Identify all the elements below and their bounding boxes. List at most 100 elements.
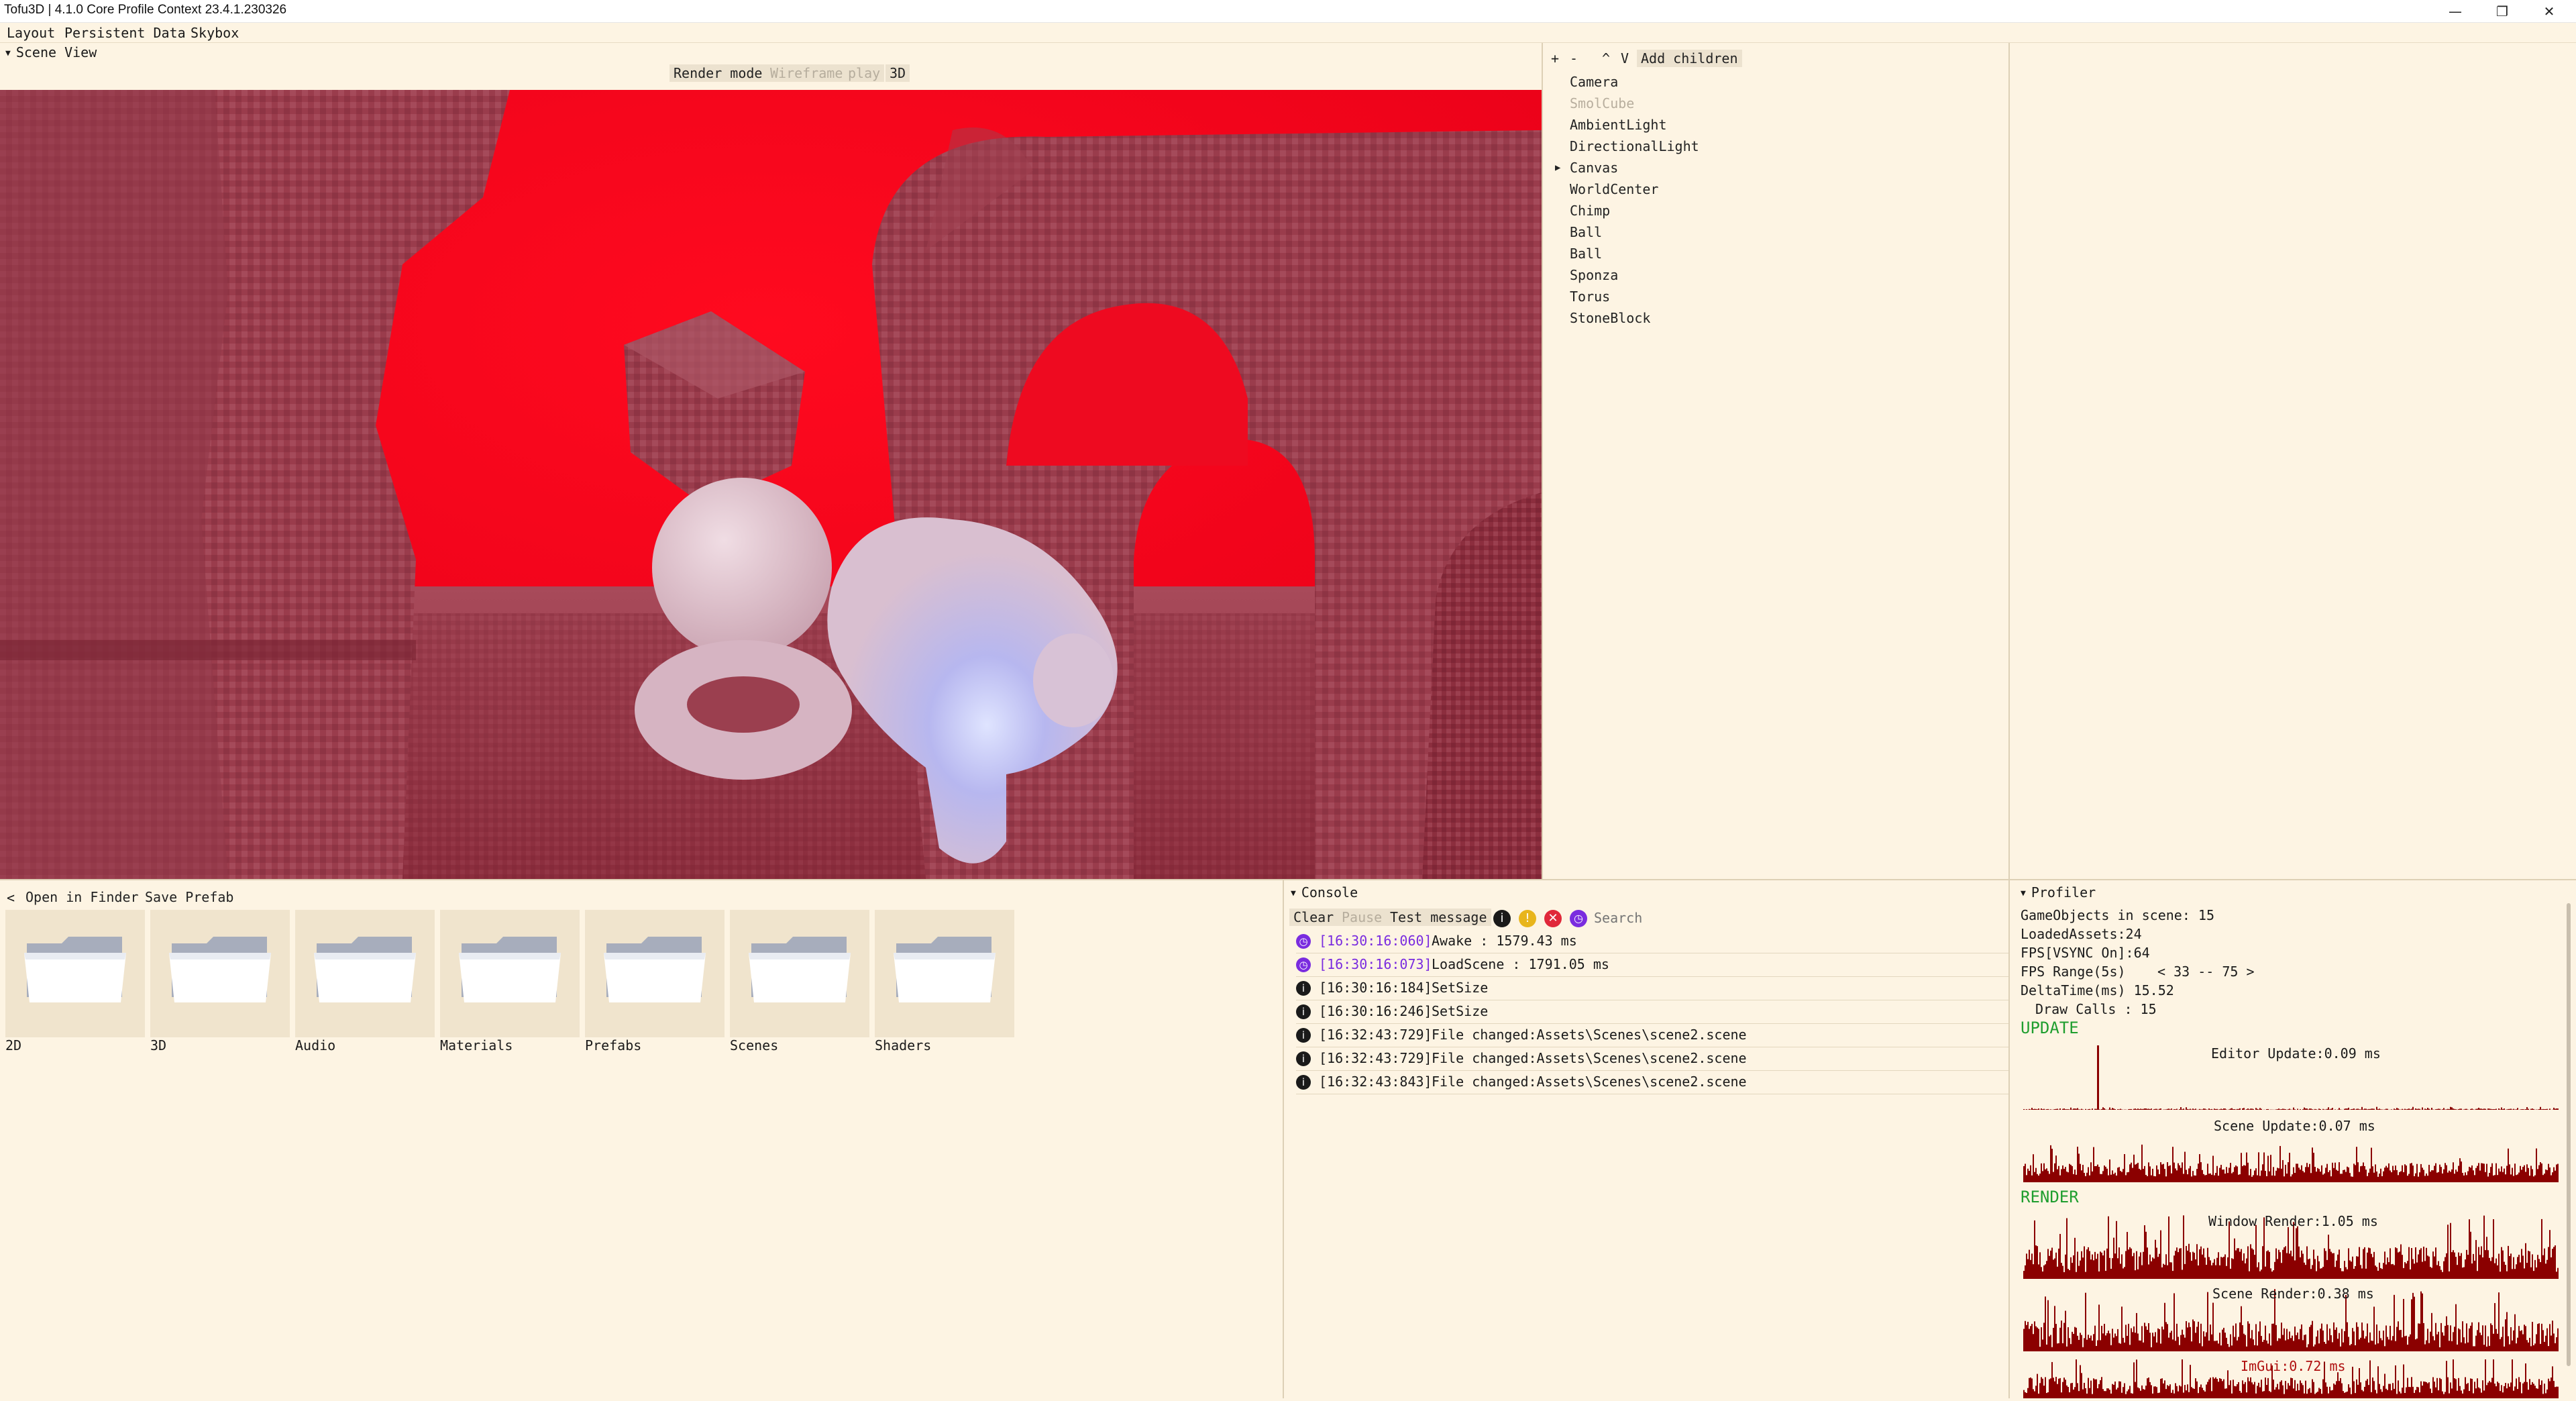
graph-bar	[2355, 1165, 2356, 1182]
graph-bar	[2160, 1344, 2161, 1351]
console-log-row[interactable]: i[16:32:43:729]File changed:Assets\Scene…	[1296, 1047, 2008, 1070]
hierarchy-item-camera[interactable]: Camera	[1570, 74, 1618, 90]
scene-view-header[interactable]: ▼Scene View	[5, 44, 97, 60]
hierarchy-item-canvas[interactable]: Canvas	[1570, 160, 1618, 176]
asset-folder-tile[interactable]	[585, 910, 724, 1037]
asset-folder-tile[interactable]	[295, 910, 435, 1037]
graph-bar	[2432, 1336, 2434, 1351]
back-button[interactable]: <	[7, 890, 15, 906]
graph-bar	[2485, 1109, 2486, 1110]
graph-bar	[2367, 1176, 2368, 1182]
graph-bar	[2165, 1176, 2167, 1182]
hierarchy-item-ball[interactable]: Ball	[1570, 246, 1602, 262]
console-log-row[interactable]: i[16:32:43:843]File changed:Assets\Scene…	[1296, 1071, 2008, 1094]
pause-button[interactable]: Pause	[1338, 909, 1386, 926]
open-in-finder-button[interactable]: Open in Finder	[21, 888, 143, 906]
asset-folder-tile[interactable]	[730, 910, 869, 1037]
graph-bar	[2211, 1265, 2212, 1279]
console-search-input[interactable]	[1593, 907, 1995, 929]
graph-bar	[2161, 1267, 2163, 1279]
add-children-button[interactable]: Add children	[1637, 50, 1742, 67]
graph-bar	[2352, 1257, 2353, 1279]
graph-bar	[2508, 1336, 2509, 1351]
hierarchy-item-ball[interactable]: Ball	[1570, 224, 1602, 240]
graph-bar	[2293, 1222, 2294, 1279]
graph-bar	[2047, 1300, 2049, 1351]
asset-folder-tile[interactable]	[440, 910, 580, 1037]
graph-bar	[2109, 1108, 2110, 1110]
graph-bar	[2187, 1384, 2188, 1398]
log-timestamp: [16:30:16:060]	[1319, 933, 1432, 949]
scene-viewport[interactable]	[0, 90, 1542, 879]
graph-bar	[2458, 1166, 2459, 1182]
graph-bar	[2412, 1387, 2414, 1398]
hierarchy-item-worldcenter[interactable]: WorldCenter	[1570, 181, 1658, 197]
expand-arrow-icon[interactable]: ▶	[1555, 162, 1560, 173]
graph-bar	[2555, 1109, 2556, 1110]
graph-bar	[2537, 1255, 2538, 1279]
graph-bar	[2524, 1268, 2525, 1279]
menu-layout[interactable]: Layout	[7, 25, 55, 41]
hierarchy-move-up-button[interactable]: ^	[1598, 50, 1614, 67]
hierarchy-remove-button[interactable]: -	[1566, 50, 1582, 67]
warning-filter-icon[interactable]: !	[1519, 910, 1536, 927]
graph-bar	[2234, 1239, 2235, 1279]
graph-bar	[2387, 1337, 2388, 1351]
console-log-row[interactable]: ◷[16:30:16:073]LoadScene : 1791.05 ms	[1296, 953, 2008, 976]
minimize-button[interactable]: —	[2432, 0, 2479, 23]
asset-folder-tile[interactable]	[150, 910, 290, 1037]
graph-bar	[2431, 1313, 2432, 1351]
console-log-row[interactable]: i[16:32:43:729]File changed:Assets\Scene…	[1296, 1024, 2008, 1047]
hierarchy-item-stoneblock[interactable]: StoneBlock	[1570, 310, 1650, 326]
timer-filter-icon[interactable]: ◷	[1570, 910, 1587, 927]
clear-button[interactable]: Clear	[1289, 909, 1338, 926]
graph-bar	[2249, 1272, 2250, 1279]
error-filter-icon[interactable]: ✕	[1544, 910, 1562, 927]
graph-bar	[2449, 1341, 2450, 1351]
graph-bar	[2152, 1333, 2153, 1351]
graph-bar	[2416, 1387, 2418, 1398]
save-prefab-button[interactable]: Save Prefab	[141, 888, 237, 906]
profiler-header[interactable]: ▼Profiler	[2021, 884, 2096, 900]
info-filter-icon[interactable]: i	[1493, 910, 1511, 927]
hierarchy-item-chimp[interactable]: Chimp	[1570, 203, 1610, 219]
graph-bar	[2314, 1394, 2316, 1398]
hierarchy-item-sponza[interactable]: Sponza	[1570, 267, 1618, 283]
hierarchy-add-button[interactable]: +	[1547, 50, 1563, 67]
hierarchy-item-ambientlight[interactable]: AmbientLight	[1570, 117, 1667, 133]
graph-bar	[2219, 1378, 2220, 1398]
wireframe-button[interactable]: Wireframe	[766, 64, 847, 82]
graph-bar	[2302, 1171, 2304, 1182]
play-button[interactable]: play	[844, 64, 884, 82]
graph-bar	[2549, 1230, 2551, 1279]
graph-bar	[2418, 1323, 2419, 1351]
3d-toggle-button[interactable]: 3D	[885, 64, 910, 82]
console-header[interactable]: ▼Console	[1291, 884, 1358, 900]
test-message-button[interactable]: Test message	[1386, 909, 1491, 926]
menu-skybox[interactable]: Skybox	[191, 25, 239, 41]
asset-folder-tile[interactable]	[5, 910, 145, 1037]
hierarchy-item-torus[interactable]: Torus	[1570, 289, 1610, 305]
graph-bar	[2049, 1256, 2050, 1279]
render-mode-button[interactable]: Render mode	[669, 64, 766, 82]
graph-bar	[2195, 1259, 2196, 1279]
close-button[interactable]: ✕	[2526, 0, 2573, 23]
graph-bar	[2376, 1267, 2377, 1279]
graph-bar	[2325, 1382, 2326, 1398]
console-log-row[interactable]: i[16:30:16:246]SetSize	[1296, 1000, 2008, 1023]
profiler-scrollbar[interactable]	[2567, 903, 2571, 1366]
graph-bar	[2218, 1382, 2219, 1398]
console-log-row[interactable]: ◷[16:30:16:060]Awake : 1579.43 ms	[1296, 930, 2008, 953]
restore-button[interactable]: ❐	[2479, 0, 2526, 23]
hierarchy-move-down-button[interactable]: V	[1617, 50, 1633, 67]
hierarchy-item-directionallight[interactable]: DirectionalLight	[1570, 138, 1699, 154]
hierarchy-item-smolcube[interactable]: SmolCube	[1570, 95, 1634, 111]
console-log-row[interactable]: i[16:30:16:184]SetSize	[1296, 977, 2008, 1000]
graph-bar	[2333, 1384, 2334, 1398]
graph-bar	[2553, 1108, 2555, 1110]
menu-persistent-data[interactable]: Persistent Data	[64, 25, 186, 41]
graph-bar	[2164, 1169, 2165, 1182]
asset-folder-tile[interactable]	[875, 910, 1014, 1037]
graph-bar	[2481, 1163, 2482, 1182]
graph-bar	[2249, 1382, 2250, 1398]
